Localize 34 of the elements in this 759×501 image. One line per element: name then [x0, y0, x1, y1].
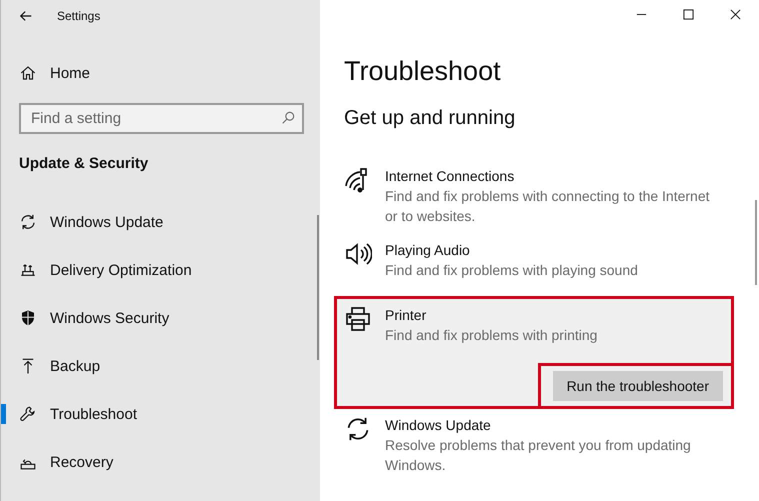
- item-title: Internet Connections: [385, 167, 516, 186]
- maximize-icon[interactable]: [683, 9, 694, 20]
- nav-item[interactable]: Recovery: [1, 438, 320, 486]
- close-icon[interactable]: [730, 9, 741, 20]
- wrench-icon: [19, 405, 37, 423]
- item-description: Find and fix problems with printing: [385, 326, 598, 345]
- troubleshooter-item[interactable]: Playing Audio Find and fix problems with playing sound: [334, 234, 734, 288]
- nav-item[interactable]: Troubleshoot: [1, 390, 320, 438]
- window-title: Settings: [57, 9, 100, 23]
- nav-item[interactable]: Backup: [1, 342, 320, 390]
- troubleshooter-item[interactable]: Printer Find and fix problems with printing Run the troubleshooter: [334, 296, 734, 409]
- run-troubleshooter-button[interactable]: Run the troubleshooter: [552, 371, 723, 401]
- home-link[interactable]: Home: [50, 64, 90, 82]
- search-field[interactable]: Find a setting: [19, 103, 304, 134]
- nav-item[interactable]: Delivery Optimization: [1, 246, 320, 294]
- home-icon: [19, 64, 37, 82]
- page-title: Troubleshoot: [344, 56, 502, 87]
- item-title: Playing Audio: [385, 241, 471, 260]
- item-description: Resolve problems that prevent you from updating Windows.: [385, 436, 692, 475]
- item-description: Find and fix problems with playing sound: [385, 261, 639, 280]
- item-title: Windows Update: [385, 416, 492, 435]
- search-icon: [281, 111, 295, 125]
- nav-item[interactable]: Windows Update: [1, 198, 320, 246]
- troubleshooter-item[interactable]: Internet Connections Find and fix problems with connecting to the Internet or to websites.: [334, 160, 734, 234]
- section-heading: Update & Security: [18, 155, 150, 172]
- sync-icon: [19, 213, 37, 231]
- printer-icon: [344, 305, 372, 333]
- nav-item[interactable]: Windows Security: [1, 294, 320, 342]
- item-title: Printer: [385, 306, 428, 325]
- item-description: Find and fix problems with connecting to the Internet or to websites.: [385, 187, 711, 226]
- shield-icon: [19, 309, 37, 327]
- section-subtitle: Get up and running: [344, 107, 516, 130]
- troubleshooter-item[interactable]: Windows Update Resolve problems that prevent you from updating Windows.: [334, 409, 734, 483]
- back-arrow-icon[interactable]: [19, 9, 33, 23]
